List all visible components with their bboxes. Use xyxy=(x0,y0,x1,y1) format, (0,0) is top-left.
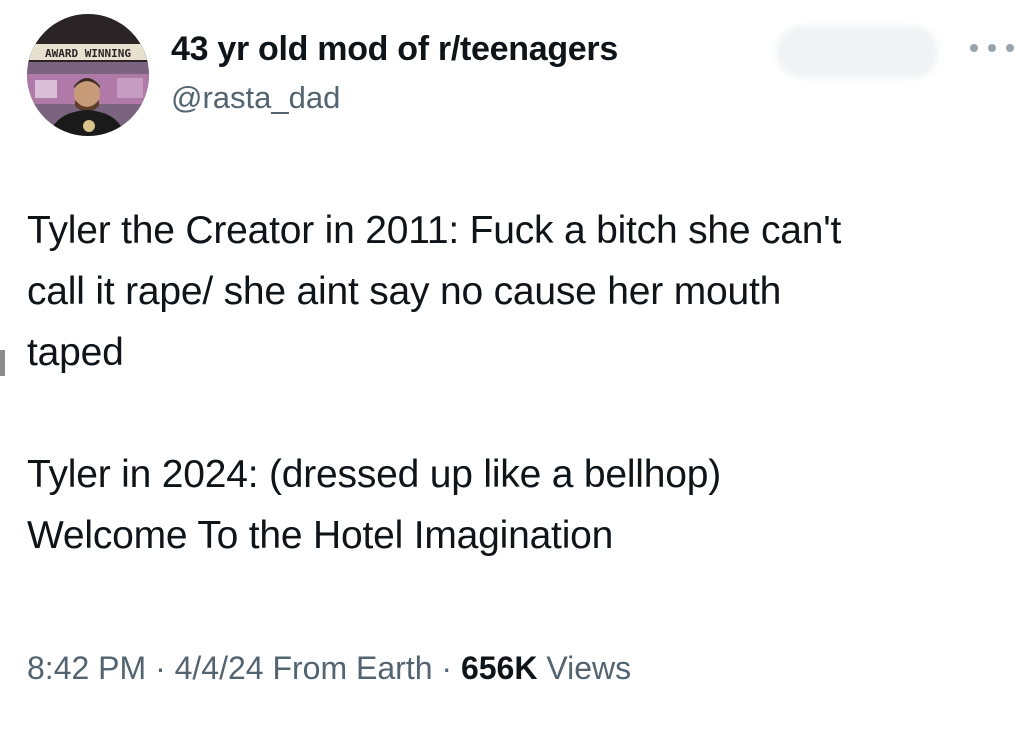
more-dot xyxy=(970,44,978,52)
more-dot xyxy=(1006,44,1014,52)
avatar-image: AWARD WINNING xyxy=(27,14,149,136)
tweet-source: From Earth xyxy=(272,650,433,686)
display-name[interactable]: 43 yr old mod of r/teenagers xyxy=(171,30,618,69)
tweet-date[interactable]: 4/4/24 xyxy=(175,650,264,686)
views-count[interactable]: 656K xyxy=(461,650,538,686)
tweet-card: AWARD WINNING 43 yr old mod of r/teenage… xyxy=(0,0,1032,732)
avatar[interactable]: AWARD WINNING xyxy=(27,14,149,136)
views-label: Views xyxy=(537,650,632,686)
more-dot xyxy=(988,44,996,52)
avatar-banner-text: AWARD WINNING xyxy=(45,47,131,60)
meta-separator: · xyxy=(432,650,461,686)
tweet-text: Tyler the Creator in 2011: Fuck a bitch … xyxy=(27,209,842,557)
user-handle[interactable]: @rasta_dad xyxy=(171,80,340,116)
follow-button[interactable] xyxy=(776,26,938,78)
tweet-time[interactable]: 8:42 PM xyxy=(27,650,146,686)
tweet-meta: 8:42 PM · 4/4/24 From Earth · 656K Views xyxy=(27,650,631,687)
edge-mark xyxy=(0,350,5,376)
meta-separator: · xyxy=(146,650,175,686)
more-horizontal-icon[interactable] xyxy=(970,40,1014,56)
